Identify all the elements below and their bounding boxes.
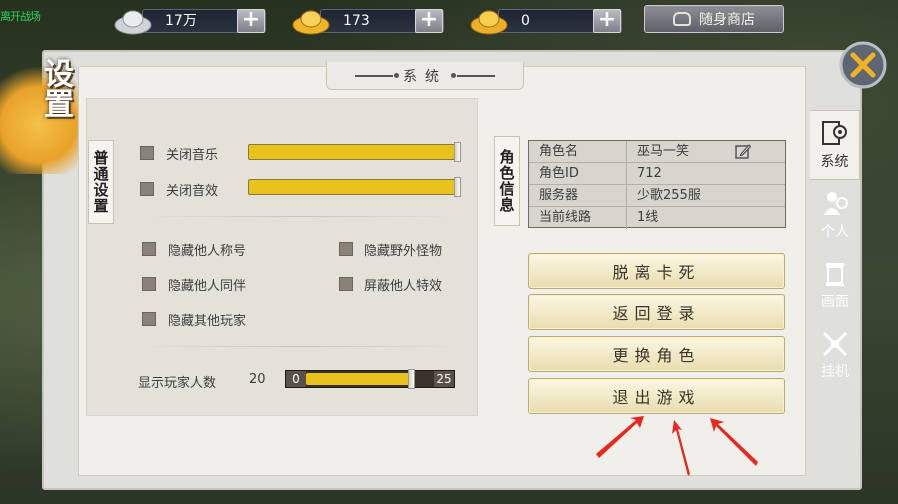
info-key: 当前线路 [529,207,627,229]
header-ornament-left [355,72,399,78]
hide-companions-checkbox[interactable] [142,277,156,291]
crossed-swords-icon [822,331,848,357]
gold-bar-amount: 0 [521,13,530,29]
info-key: 角色ID [529,163,627,184]
music-volume-slider[interactable] [248,142,461,162]
tab-display-label: 画面 [821,294,849,310]
table-row: 角色ID 712 [529,163,785,185]
close-button[interactable] [838,40,888,90]
table-row: 服务器 少歌255服 [529,185,785,207]
player-count-slider[interactable]: 0 25 [285,369,455,389]
header-ornament-right [451,72,495,78]
info-key: 角色名 [529,141,627,162]
gold-bar-icon [470,10,508,35]
silver-ingot-icon [114,10,152,35]
divider [140,346,460,347]
mute-sfx-label: 关闭音效 [166,184,219,199]
hide-companions-label: 隐藏他人同伴 [168,279,247,294]
exit-game-button[interactable]: 退出游戏 [528,378,785,414]
mute-music-label: 关闭音乐 [166,148,219,163]
tab-display[interactable]: 画面 [810,250,860,320]
bag-icon [673,12,691,26]
player-count-fill [306,373,410,385]
hide-monsters-checkbox[interactable] [339,242,353,256]
info-key: 服务器 [529,185,627,206]
tab-auto-battle-label: 挂机 [821,364,849,380]
back-to-login-button[interactable]: 返回登录 [528,294,785,330]
switch-character-button[interactable]: 更换角色 [528,336,785,372]
divider [140,216,460,217]
info-value: 1线 [637,210,659,225]
general-settings-label: 普通设置 [88,140,114,224]
gear-monitor-icon [821,121,847,145]
table-row: 角色名 巫马一笑 [529,141,785,163]
hide-titles-label: 隐藏他人称号 [168,244,247,259]
tab-header-system: 系统 [326,62,524,90]
sfx-volume-slider[interactable] [248,177,461,197]
person-gear-icon [824,192,848,215]
currency-gold-ingot: 173 + [290,6,444,36]
add-silver-button[interactable]: + [237,9,265,33]
gold-ingot-amount: 173 [343,13,370,29]
tab-personal-label: 个人 [821,224,849,240]
table-row: 当前线路 1线 [529,207,785,229]
add-gold-bar-button[interactable]: + [593,9,621,33]
page-title: 设置 [38,58,73,118]
player-count-value: 20 [249,372,266,387]
info-value: 巫马一笑 [627,141,785,162]
tab-system[interactable]: 系统 [810,110,860,180]
top-left-status-text: 离开战场 [0,10,41,23]
hide-effects-checkbox[interactable] [339,277,353,291]
hide-titles-checkbox[interactable] [142,242,156,256]
range-max-label: 25 [434,371,454,387]
mute-sfx-checkbox[interactable] [140,182,154,196]
add-gold-ingot-button[interactable]: + [415,9,443,33]
hide-players-checkbox[interactable] [142,312,156,326]
red-arrow-annotation [596,416,758,476]
header-title: 系统 [403,68,447,85]
hide-players-label: 隐藏其他玩家 [168,314,247,329]
range-min-label: 0 [286,371,306,387]
character-name: 巫马一笑 [637,144,690,159]
character-info-table: 角色名 巫马一笑 角色ID 712 服务器 少歌255服 当前线路 1线 [528,140,786,229]
sfx-volume-knob[interactable] [454,177,461,197]
unstuck-button[interactable]: 脱离卡死 [528,253,785,289]
silver-amount: 17万 [165,13,197,29]
gold-ingot-icon [292,10,330,35]
tab-personal[interactable]: 个人 [810,180,860,250]
portable-shop-button[interactable]: 随身商店 [644,5,784,33]
mute-music-checkbox[interactable] [140,146,154,160]
currency-gold-bar: 0 + [468,6,622,36]
tab-system-label: 系统 [820,154,849,170]
music-volume-knob[interactable] [454,142,461,162]
screen-scroll-icon [826,263,844,286]
character-info-label: 角色信息 [494,136,520,226]
portable-shop-label: 随身商店 [699,12,755,28]
info-value: 少歌255服 [637,188,701,203]
edit-icon[interactable] [735,144,751,159]
tab-auto-battle[interactable]: 挂机 [810,320,860,390]
hide-effects-label: 屏蔽他人特效 [364,279,443,294]
player-count-label: 显示玩家人数 [138,376,217,391]
hide-monsters-label: 隐藏野外怪物 [364,244,443,259]
player-count-knob[interactable] [408,369,415,389]
currency-silver: 17万 + [112,6,266,36]
info-value: 712 [637,166,662,181]
